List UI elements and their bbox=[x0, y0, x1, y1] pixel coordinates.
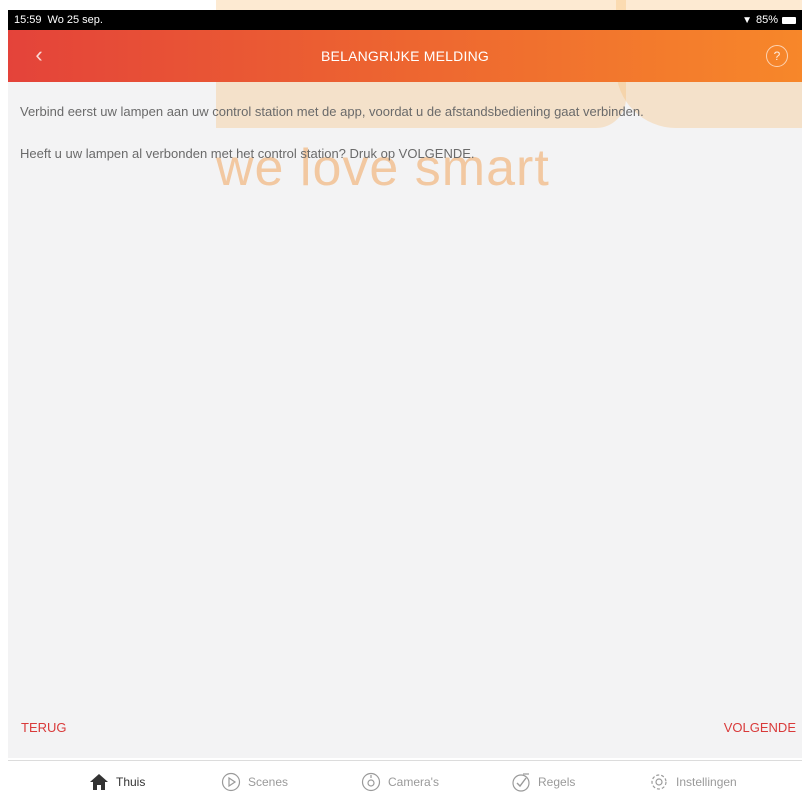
wifi-icon: ▼ bbox=[742, 14, 752, 26]
message-already-connected: Heeft u uw lampen al verbonden met het c… bbox=[20, 146, 475, 161]
tab-cameras[interactable]: Camera's bbox=[360, 771, 439, 793]
play-circle-icon bbox=[220, 771, 242, 793]
status-left: 15:59 Wo 25 sep. bbox=[14, 14, 103, 26]
gear-icon bbox=[648, 771, 670, 793]
back-button[interactable]: TERUG bbox=[21, 718, 67, 738]
tab-label: Thuis bbox=[116, 775, 146, 789]
status-date: Wo 25 sep. bbox=[47, 14, 103, 26]
next-button[interactable]: VOLGENDE bbox=[724, 718, 796, 738]
tab-label: Instellingen bbox=[676, 775, 737, 789]
question-circle-icon[interactable]: ? bbox=[766, 45, 788, 67]
tab-bar: Thuis Scenes Camera's Regels Instellinge… bbox=[8, 760, 802, 802]
check-circle-icon bbox=[510, 771, 532, 793]
status-time: 15:59 bbox=[14, 14, 42, 26]
home-icon bbox=[88, 771, 110, 793]
app-screen: 15:59 Wo 25 sep. ▼ 85% ‹ BELANGRIJKE MEL… bbox=[0, 0, 802, 802]
tab-label: Scenes bbox=[248, 775, 289, 789]
tab-instellingen[interactable]: Instellingen bbox=[648, 771, 737, 793]
tab-label: Regels bbox=[538, 775, 576, 789]
status-right: ▼ 85% bbox=[742, 14, 796, 26]
main-content: Verbind eerst uw lampen aan uw control s… bbox=[8, 82, 802, 718]
battery-icon bbox=[782, 16, 796, 24]
chevron-left-icon[interactable]: ‹ bbox=[26, 42, 52, 68]
tab-regels[interactable]: Regels bbox=[510, 771, 575, 793]
tab-scenes[interactable]: Scenes bbox=[220, 771, 288, 793]
tab-thuis[interactable]: Thuis bbox=[88, 771, 145, 793]
camera-icon bbox=[360, 771, 382, 793]
battery-percentage: 85% bbox=[755, 14, 778, 26]
tab-label: Camera's bbox=[388, 775, 439, 789]
status-bar: 15:59 Wo 25 sep. ▼ 85% bbox=[8, 10, 802, 30]
message-connect-lamps: Verbind eerst uw lampen aan uw control s… bbox=[20, 104, 644, 119]
navigation-bar: ‹ BELANGRIJKE MELDING ? bbox=[8, 30, 802, 82]
action-bar: TERUG VOLGENDE bbox=[8, 718, 802, 758]
page-title: BELANGRIJKE MELDING bbox=[321, 48, 489, 64]
